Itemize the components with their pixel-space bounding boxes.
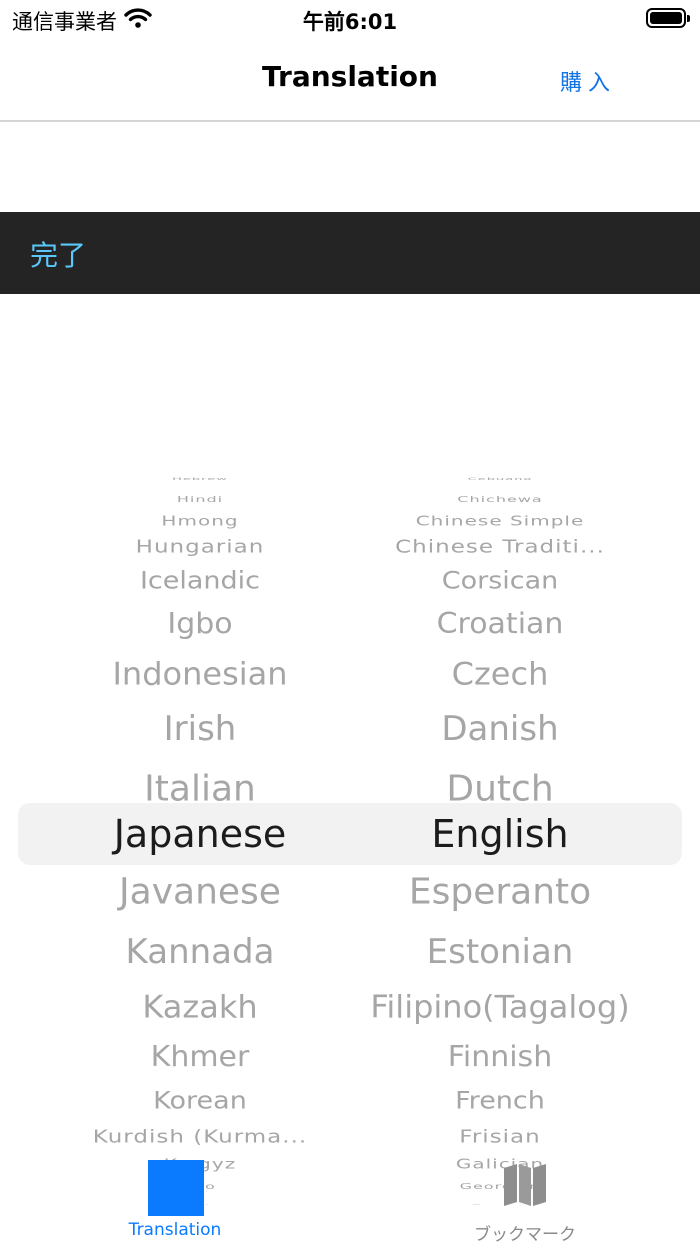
- source-language-option[interactable]: Hebrew: [172, 477, 228, 482]
- source-language-option[interactable]: Hindi: [177, 494, 223, 504]
- target-language-option[interactable]: Chichewa: [457, 494, 542, 504]
- source-language-option[interactable]: Khmer: [151, 1041, 250, 1074]
- target-language-option[interactable]: Estonian: [427, 932, 574, 972]
- tab-bookmark-label: ブックマーク: [474, 1225, 576, 1245]
- source-language-option[interactable]: Icelandic: [140, 567, 260, 594]
- source-language-option[interactable]: Igbo: [167, 608, 232, 641]
- target-language-option[interactable]: Dutch: [446, 769, 553, 810]
- source-language-option[interactable]: Hungarian: [136, 537, 265, 557]
- language-picker[interactable]: Hebrew Hindi Hmong Hungarian Icelandic Igbo In…: [0, 300, 700, 1205]
- target-language-option[interactable]: Croatian: [437, 608, 564, 641]
- target-language-option[interactable]: Chinese Simple: [416, 513, 585, 529]
- source-language-option[interactable]: Indonesian: [112, 656, 287, 693]
- target-language-option[interactable]: Esperanto: [409, 872, 591, 913]
- translation-tab-icon: [148, 1160, 204, 1216]
- tab-translation-label: Translation: [128, 1220, 222, 1240]
- source-language-option[interactable]: Kazakh: [142, 989, 257, 1026]
- target-language-option[interactable]: Chinese Traditi...: [395, 537, 605, 557]
- target-language-option[interactable]: French: [455, 1087, 545, 1114]
- target-language-option[interactable]: Danish: [441, 709, 558, 749]
- target-language-option[interactable]: Cebuano: [468, 477, 533, 482]
- source-language-option[interactable]: Kurdish (Kurma...: [93, 1127, 307, 1147]
- tab-bar: Translation ブックマーク: [0, 1150, 700, 1245]
- target-language-option[interactable]: Finnish: [448, 1041, 552, 1074]
- target-language-option[interactable]: Czech: [452, 656, 549, 693]
- source-language-option[interactable]: Korean: [153, 1087, 247, 1114]
- source-language-option[interactable]: Javanese: [119, 872, 281, 913]
- source-language-option[interactable]: Irish: [164, 709, 237, 749]
- target-language-option[interactable]: Corsican: [442, 567, 559, 594]
- source-language-option[interactable]: Hmong: [161, 513, 238, 529]
- status-bar: 通信事業者 午前6:01: [0, 0, 700, 40]
- bookmark-icon: [500, 1162, 550, 1212]
- done-button[interactable]: 完了: [30, 234, 86, 274]
- status-time: 午前6:01: [302, 10, 398, 34]
- target-language-option[interactable]: Frisian: [459, 1127, 540, 1147]
- battery-icon: [646, 8, 690, 28]
- source-language-option[interactable]: Japanese: [114, 812, 287, 856]
- target-language-option[interactable]: Filipino(Tagalog): [370, 989, 629, 1026]
- navigation-bar: Translation 購入: [0, 40, 700, 122]
- source-language-option[interactable]: Kannada: [126, 932, 275, 972]
- target-language-option[interactable]: English: [431, 812, 568, 856]
- picker-toolbar: 完了: [0, 212, 700, 294]
- source-language-option[interactable]: Italian: [144, 769, 256, 810]
- buy-button[interactable]: 購入: [560, 65, 616, 97]
